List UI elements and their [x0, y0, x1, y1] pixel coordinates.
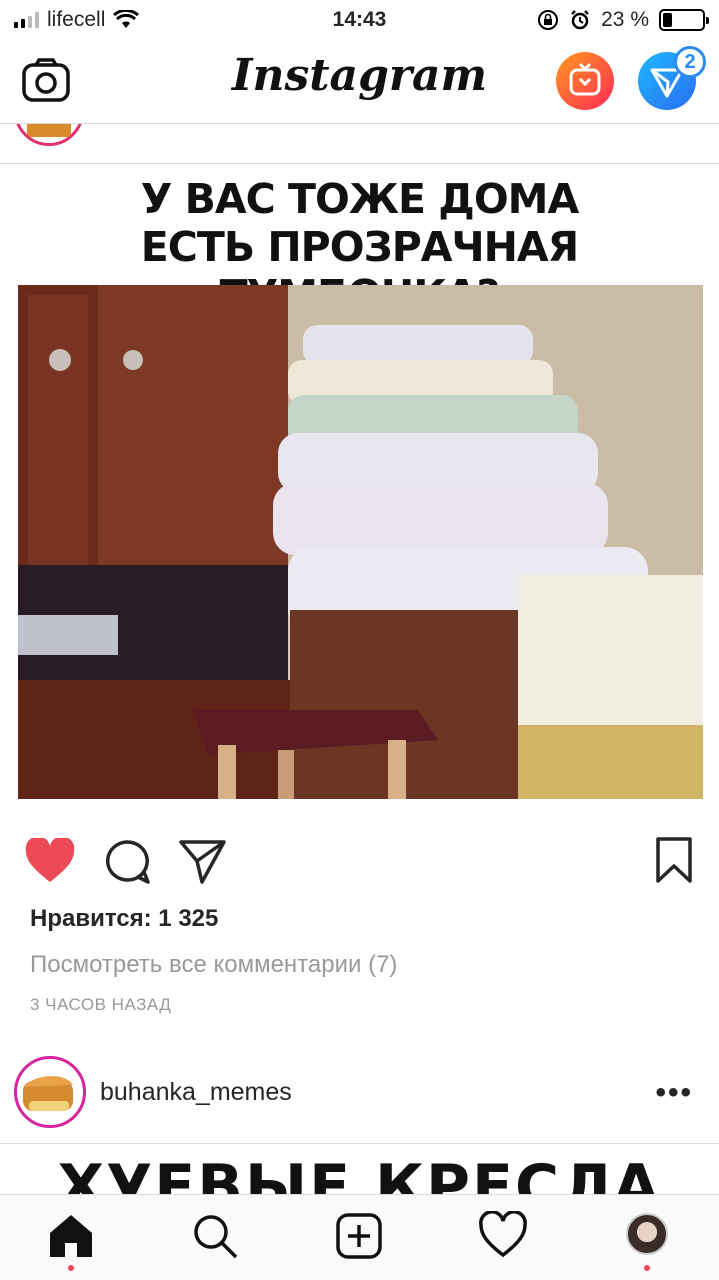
post-photo	[18, 285, 703, 799]
tab-home[interactable]	[46, 1211, 96, 1271]
next-image-caption: ХУЕВЫЕ КРЕСЛА	[57, 1152, 662, 1194]
battery-percent: 23 %	[601, 8, 649, 31]
comment-icon[interactable]	[102, 838, 152, 886]
avatar[interactable]	[14, 124, 84, 146]
direct-icon[interactable]: 2	[638, 46, 706, 110]
profile-notification-dot	[644, 1265, 650, 1271]
share-icon[interactable]	[178, 838, 228, 884]
tab-activity[interactable]	[478, 1210, 528, 1261]
status-right: 23 %	[537, 8, 709, 32]
status-bar: lifecell 14:43 23 %	[0, 0, 719, 40]
home-notification-dot	[68, 1265, 74, 1271]
orientation-lock-icon	[538, 10, 559, 30]
direct-badge: 2	[674, 46, 706, 78]
tab-search[interactable]	[190, 1211, 240, 1261]
avatar[interactable]	[14, 1056, 86, 1128]
search-icon	[194, 1215, 238, 1259]
app-header: Instagram 2	[0, 40, 719, 124]
image-caption-line1: У ВАС ТОЖЕ ДОМА	[140, 175, 579, 223]
username-link[interactable]: buhanka_memes	[100, 1078, 292, 1107]
previous-post-header	[0, 124, 719, 164]
tab-profile[interactable]	[622, 1211, 672, 1271]
post-image[interactable]: У ВАС ТОЖЕ ДОМА ЕСТЬ ПРОЗРАЧНАЯ ТУМБОЧКА…	[0, 165, 719, 817]
more-options-button[interactable]: •••	[655, 1076, 693, 1110]
likes-count[interactable]: Нравится: 1 325	[30, 905, 218, 933]
bookmark-icon[interactable]	[654, 836, 694, 884]
next-post-image[interactable]: ХУЕВЫЕ КРЕСЛА	[0, 1146, 719, 1194]
next-post-header: buhanka_memes •••	[0, 1052, 719, 1144]
add-post-icon	[336, 1213, 382, 1259]
view-all-comments-link[interactable]: Посмотреть все комментарии (7)	[30, 951, 397, 979]
alarm-icon	[571, 10, 590, 30]
home-icon	[50, 1215, 92, 1257]
post-actions	[0, 830, 719, 890]
battery-icon	[659, 9, 709, 31]
heart-icon	[479, 1210, 527, 1258]
tab-new-post[interactable]	[334, 1211, 384, 1261]
like-heart-icon[interactable]	[24, 838, 76, 884]
bottom-tab-bar	[0, 1194, 719, 1280]
post-timestamp: 3 ЧАСОВ НАЗАД	[30, 995, 172, 1014]
profile-avatar	[626, 1213, 668, 1255]
igtv-icon[interactable]	[556, 52, 614, 110]
